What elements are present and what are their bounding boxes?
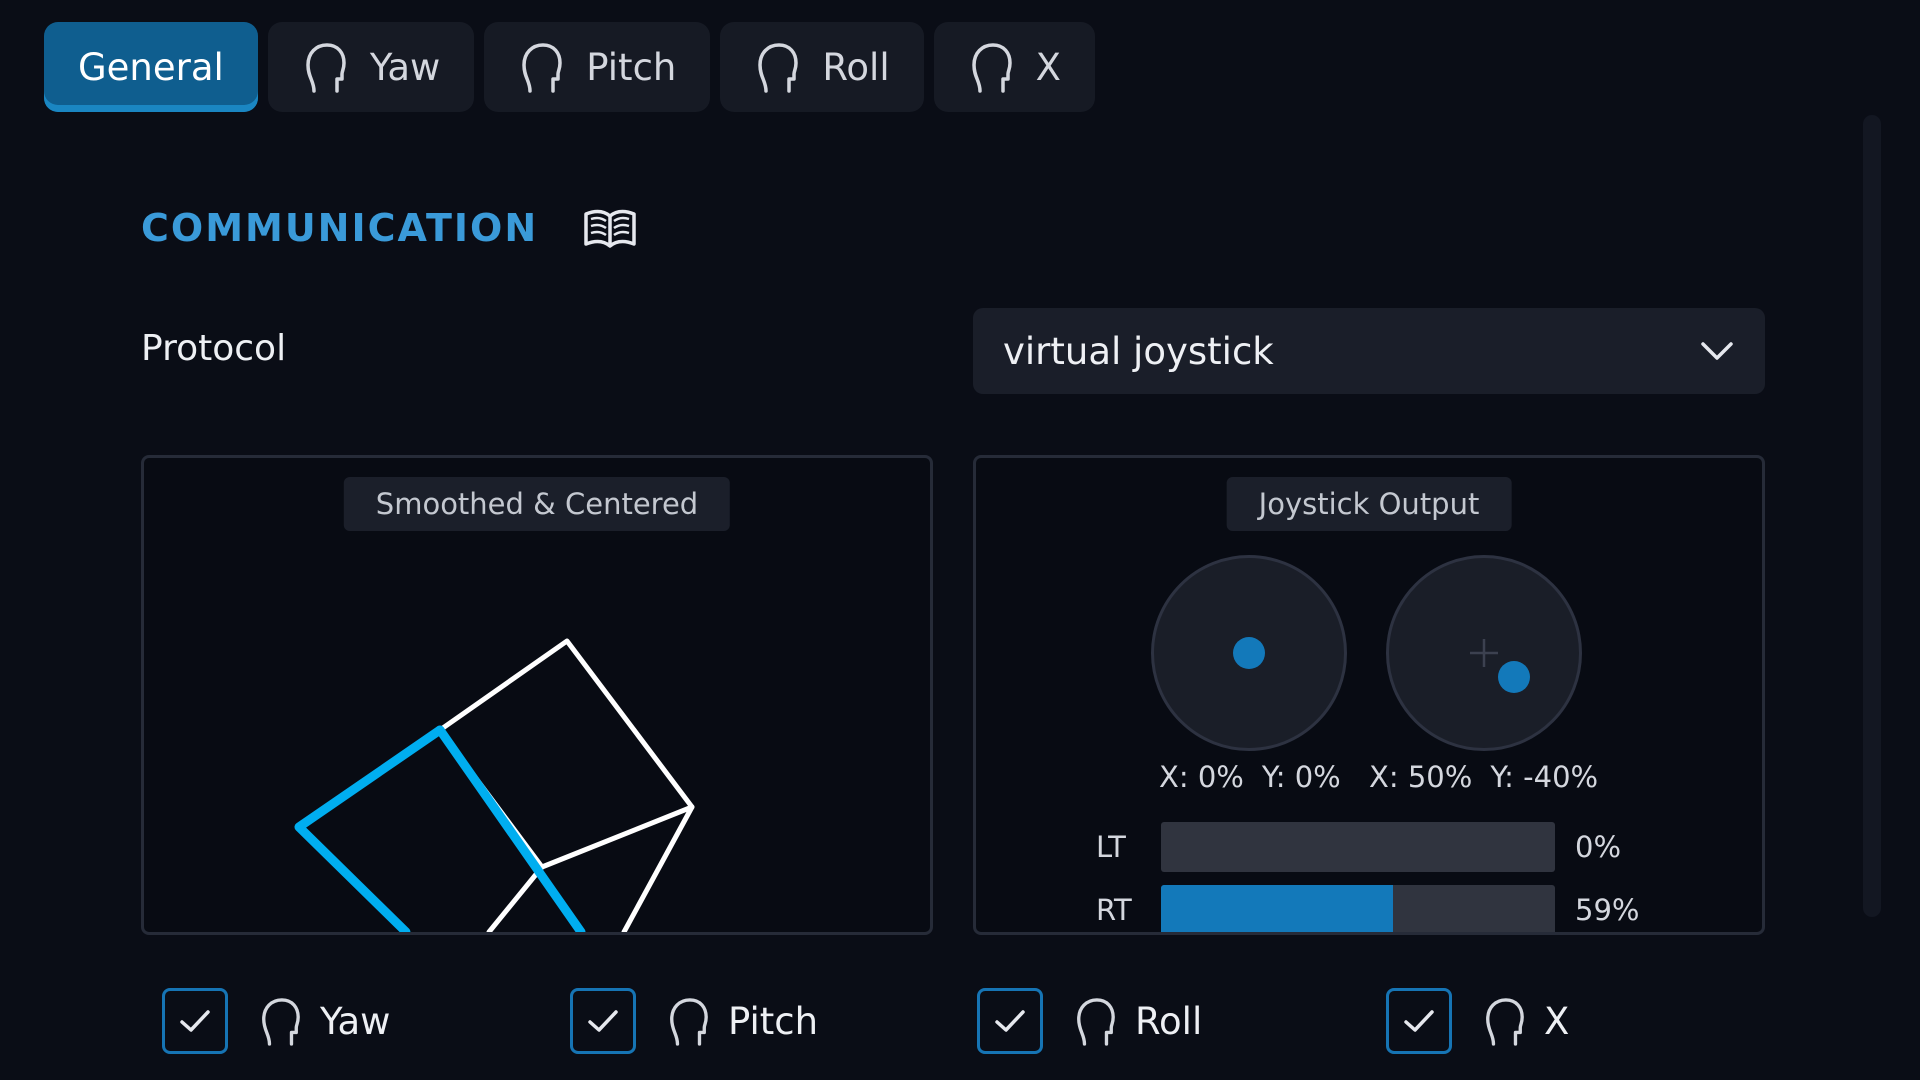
cube-edge — [621, 804, 695, 932]
left-stick-y: Y: 0% — [1261, 760, 1341, 794]
cube-edge-highlight — [294, 725, 445, 932]
head-icon — [306, 43, 346, 93]
left-stick-display — [1151, 555, 1347, 751]
chevron-down-icon — [1701, 342, 1733, 360]
joystick-output-panel: Joystick Output X: 0% Y: 0% X: 50% Y: -4… — [973, 455, 1765, 935]
trigger-fill — [1161, 885, 1394, 932]
check-icon — [588, 1010, 618, 1032]
tab-yaw[interactable]: Yaw — [267, 22, 475, 112]
checkbox[interactable] — [977, 988, 1043, 1054]
head-icon — [758, 43, 799, 93]
protocol-select[interactable]: virtual joystick — [973, 308, 1765, 394]
protocol-label: Protocol — [141, 328, 287, 369]
trigger-rt: RT 59% — [1096, 885, 1640, 932]
trigger-bar — [1161, 885, 1555, 932]
tab-pitch[interactable]: Pitch — [484, 22, 711, 112]
panel-label: Smoothed & Centered — [343, 477, 731, 531]
tab-label: X — [1035, 45, 1061, 89]
right-stick-display — [1386, 555, 1582, 751]
trigger-lt: LT 0% — [1096, 822, 1621, 872]
tab-label: Yaw — [369, 45, 441, 89]
trigger-label: LT — [1096, 830, 1126, 864]
tab-general[interactable]: General — [44, 22, 258, 112]
check-icon — [180, 1010, 210, 1032]
right-stick-x: X: 50% — [1369, 760, 1473, 794]
axis-x-toggle[interactable]: X — [1386, 988, 1569, 1054]
axis-label: Yaw — [320, 999, 391, 1043]
axis-label: X — [1544, 999, 1570, 1043]
left-stick-dot — [1233, 637, 1265, 669]
axis-label: Pitch — [728, 999, 819, 1043]
right-stick-dot — [1498, 661, 1530, 693]
check-icon — [1404, 1010, 1434, 1032]
checkbox[interactable] — [162, 988, 228, 1054]
axis-yaw-toggle[interactable]: Yaw — [162, 988, 390, 1054]
right-stick-y: Y: -40% — [1490, 760, 1599, 794]
head-icon — [1486, 998, 1524, 1046]
tab-bar: General Yaw Pitch Roll X — [44, 22, 1095, 112]
tab-x[interactable]: X — [933, 22, 1095, 112]
trigger-value: 59% — [1575, 893, 1640, 927]
axis-roll-toggle[interactable]: Roll — [977, 988, 1202, 1054]
axis-pitch-toggle[interactable]: Pitch — [570, 988, 818, 1054]
checkbox[interactable] — [1386, 988, 1452, 1054]
smoothed-panel: Smoothed & Centered — [141, 455, 933, 935]
tab-label: Roll — [822, 45, 890, 89]
tab-label: Pitch — [586, 45, 677, 89]
trigger-value: 0% — [1575, 830, 1622, 864]
head-icon — [670, 998, 708, 1046]
head-icon — [971, 43, 1012, 93]
head-icon — [1077, 998, 1115, 1046]
axis-label: Roll — [1135, 999, 1203, 1043]
tab-label: General — [78, 45, 224, 89]
panel-label: Joystick Output — [1226, 477, 1512, 531]
left-stick-x: X: 0% — [1159, 760, 1244, 794]
head-icon — [262, 998, 300, 1046]
section-header: COMMUNICATION — [141, 206, 638, 250]
section-title: COMMUNICATION — [141, 206, 539, 250]
trigger-bar — [1161, 822, 1555, 872]
left-stick-readout: X: 0% Y: 0% — [1159, 760, 1341, 794]
center-crosshair-icon — [1470, 639, 1498, 667]
right-stick-readout: X: 50% Y: -40% — [1369, 760, 1598, 794]
trigger-label: RT — [1096, 893, 1132, 927]
protocol-value: virtual joystick — [1003, 329, 1274, 373]
head-icon — [522, 43, 563, 93]
check-icon — [995, 1010, 1025, 1032]
app-root: General Yaw Pitch Roll X COMMUNICATION P… — [0, 0, 1920, 1080]
scrollbar[interactable] — [1863, 115, 1881, 917]
checkbox[interactable] — [570, 988, 636, 1054]
cube-edge — [486, 864, 545, 932]
cube-edge — [437, 638, 695, 870]
tab-roll[interactable]: Roll — [720, 22, 924, 112]
book-icon[interactable] — [582, 206, 638, 250]
